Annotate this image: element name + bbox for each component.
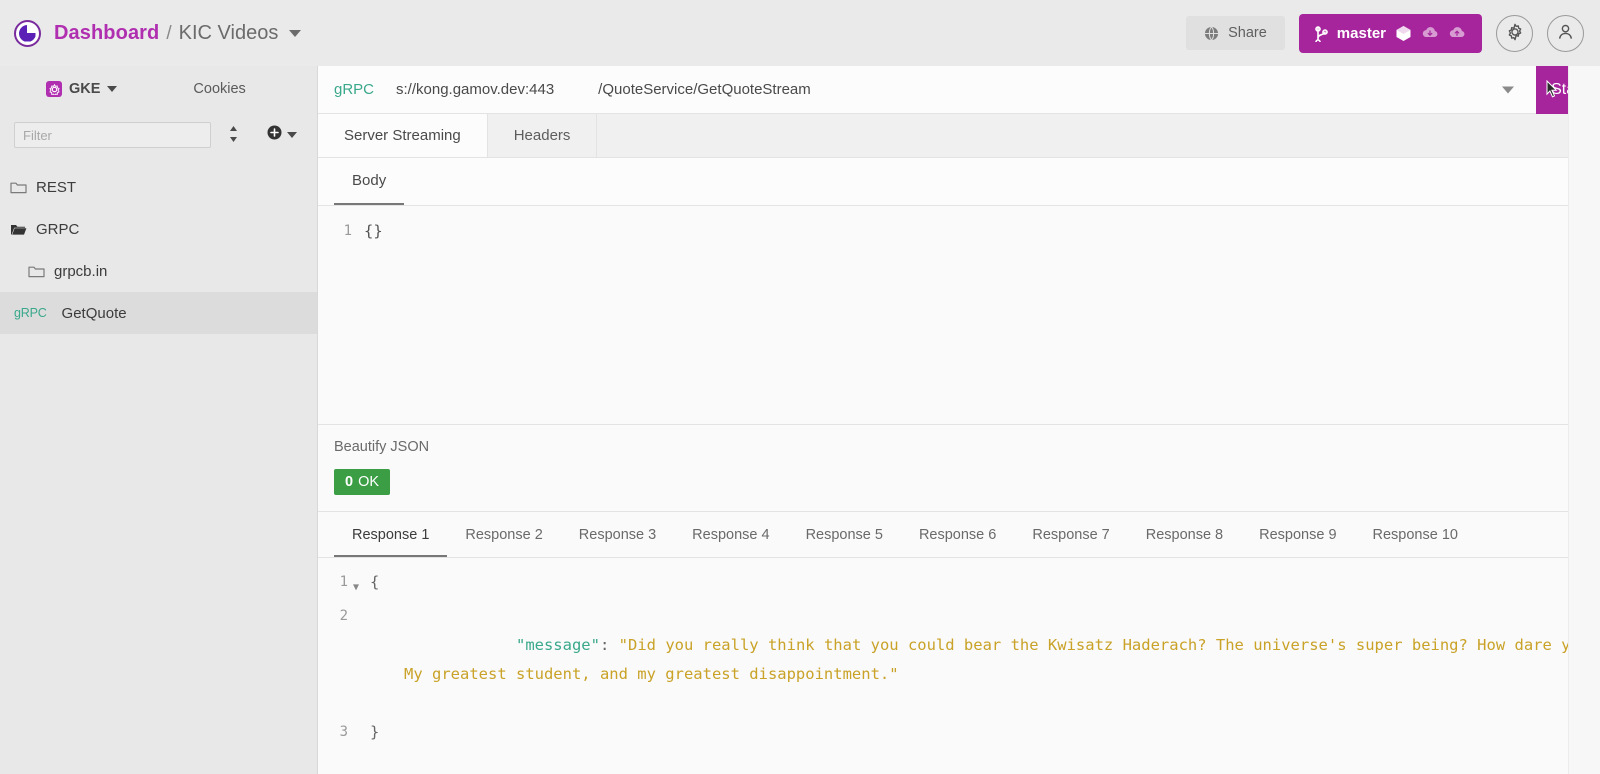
share-label: Share xyxy=(1228,25,1267,41)
response-line-text: { xyxy=(370,573,380,591)
tree-item-getquote[interactable]: gRPC GetQuote xyxy=(0,292,317,334)
sidebar-filter-row xyxy=(0,112,317,158)
tree-item-label: GRPC xyxy=(36,220,80,238)
app-header: Dashboard / KIC Videos Share master xyxy=(0,0,1600,66)
tree-item-grpc[interactable]: GRPC xyxy=(0,208,317,250)
json-key: "message" xyxy=(515,636,600,654)
add-request-button[interactable] xyxy=(267,125,297,145)
response-tab-6[interactable]: Response 6 xyxy=(901,512,1014,557)
response-tab-2[interactable]: Response 2 xyxy=(447,512,560,557)
tree-item-label: GetQuote xyxy=(61,304,127,322)
response-tab-1[interactable]: Response 1 xyxy=(334,512,447,557)
response-tab-9[interactable]: Response 9 xyxy=(1241,512,1354,557)
response-line: 1 ▼ { xyxy=(318,568,1600,602)
body-tab-row: Body xyxy=(318,158,1600,206)
breadcrumb[interactable]: Dashboard / KIC Videos xyxy=(54,22,302,45)
response-body-viewer[interactable]: 1 ▼ { 2 "message": "Did you really think… xyxy=(318,558,1600,774)
tab-headers[interactable]: Headers xyxy=(488,114,598,157)
cloud-download-icon[interactable] xyxy=(1421,26,1439,40)
collection-tree: REST GRPC grpcb.in gRPC GetQuote xyxy=(0,158,317,774)
fold-caret-icon[interactable]: ▼ xyxy=(348,568,364,602)
cube-icon[interactable] xyxy=(1395,25,1412,42)
protocol-label: gRPC xyxy=(334,81,375,98)
editor-line-text: {} xyxy=(364,222,383,240)
header-actions: Share master xyxy=(1186,13,1584,53)
tree-item-grpcb-in[interactable]: grpcb.in xyxy=(0,250,317,292)
main-panel: gRPC s://kong.gamov.dev:443 /QuoteServic… xyxy=(318,66,1600,774)
tree-item-label: grpcb.in xyxy=(54,262,108,280)
response-line: 3 } xyxy=(318,718,1600,747)
share-button[interactable]: Share xyxy=(1186,16,1285,50)
response-line-text: } xyxy=(370,723,380,741)
line-number: 2 xyxy=(339,608,348,624)
right-edge-strip xyxy=(1568,66,1600,774)
account-button[interactable] xyxy=(1547,14,1584,52)
cookies-button[interactable]: Cookies xyxy=(193,81,245,97)
folder-closed-icon xyxy=(10,180,27,194)
response-tabs: Response 1 Response 2 Response 3 Respons… xyxy=(318,512,1600,558)
url-input[interactable]: s://kong.gamov.dev:443 xyxy=(396,81,554,98)
chevron-down-icon[interactable] xyxy=(107,86,118,92)
beautify-json-button[interactable]: Beautify JSON xyxy=(334,439,429,455)
line-number: 3 xyxy=(339,724,348,740)
response-tab-8[interactable]: Response 8 xyxy=(1128,512,1241,557)
line-number: 1 xyxy=(339,574,348,590)
response-tab-10[interactable]: Response 10 xyxy=(1355,512,1476,557)
breadcrumb-collection[interactable]: KIC Videos xyxy=(179,22,279,45)
method-path-input[interactable]: /QuoteService/GetQuoteStream xyxy=(598,81,811,98)
status-badge: 0 OK xyxy=(334,469,391,495)
tab-server-streaming[interactable]: Server Streaming xyxy=(318,114,488,157)
sidebar-top-row: GKE Cookies xyxy=(0,66,317,112)
gke-icon xyxy=(46,81,62,97)
tree-item-label: REST xyxy=(36,178,77,196)
breadcrumb-workspace[interactable]: Dashboard xyxy=(54,22,159,45)
environment-label: GKE xyxy=(69,81,101,97)
status-text: OK xyxy=(358,474,380,490)
settings-button[interactable] xyxy=(1496,14,1533,52)
app-body: GKE Cookies Filter REST GRPC grpcb.in gR… xyxy=(0,66,1600,774)
editor-line: 1 {} xyxy=(318,220,1600,242)
sort-updown-icon xyxy=(228,125,239,146)
line-number: 1 xyxy=(343,223,352,239)
chevron-down-icon[interactable] xyxy=(287,132,297,138)
gear-icon xyxy=(1506,23,1524,44)
breadcrumb-separator: / xyxy=(166,22,172,44)
folder-open-icon xyxy=(10,222,27,236)
add-circle-icon xyxy=(267,125,282,145)
response-line: 2 "message": "Did you really think that … xyxy=(318,602,1600,718)
chevron-down-icon[interactable] xyxy=(289,29,302,37)
sort-button[interactable] xyxy=(211,125,255,146)
response-tab-3[interactable]: Response 3 xyxy=(561,512,674,557)
branch-label: master xyxy=(1336,24,1386,42)
hoppscotch-logo-icon[interactable] xyxy=(10,16,44,50)
app-root: Dashboard / KIC Videos Share master GKE … xyxy=(0,0,1600,774)
request-tabs: Server Streaming Headers xyxy=(318,114,1600,158)
sidebar: GKE Cookies Filter REST GRPC grpcb.in gR… xyxy=(0,66,318,774)
status-code: 0 xyxy=(345,474,354,490)
request-url-bar: gRPC s://kong.gamov.dev:443 /QuoteServic… xyxy=(318,66,1600,114)
git-branch-icon xyxy=(1315,25,1328,42)
cloud-upload-icon[interactable] xyxy=(1448,26,1466,40)
response-line-text: "message": "Did you really think that yo… xyxy=(364,602,1600,718)
globe-icon xyxy=(1204,26,1219,41)
tab-body[interactable]: Body xyxy=(334,158,405,205)
environment-selector[interactable]: GKE xyxy=(46,81,118,97)
branch-button[interactable]: master xyxy=(1298,13,1482,53)
chevron-down-icon[interactable] xyxy=(1502,86,1514,93)
grpc-method-tag: gRPC xyxy=(14,306,47,320)
user-avatar-icon xyxy=(1556,22,1575,44)
filter-input[interactable] xyxy=(14,122,211,148)
request-body-editor[interactable]: 1 {} xyxy=(318,206,1600,425)
folder-closed-icon xyxy=(28,264,45,278)
response-header: Beautify JSON 0 OK xyxy=(318,425,1600,512)
json-colon: : xyxy=(599,636,619,654)
response-tab-7[interactable]: Response 7 xyxy=(1014,512,1127,557)
response-tab-5[interactable]: Response 5 xyxy=(788,512,901,557)
tree-item-rest[interactable]: REST xyxy=(0,166,317,208)
response-tab-4[interactable]: Response 4 xyxy=(674,512,787,557)
